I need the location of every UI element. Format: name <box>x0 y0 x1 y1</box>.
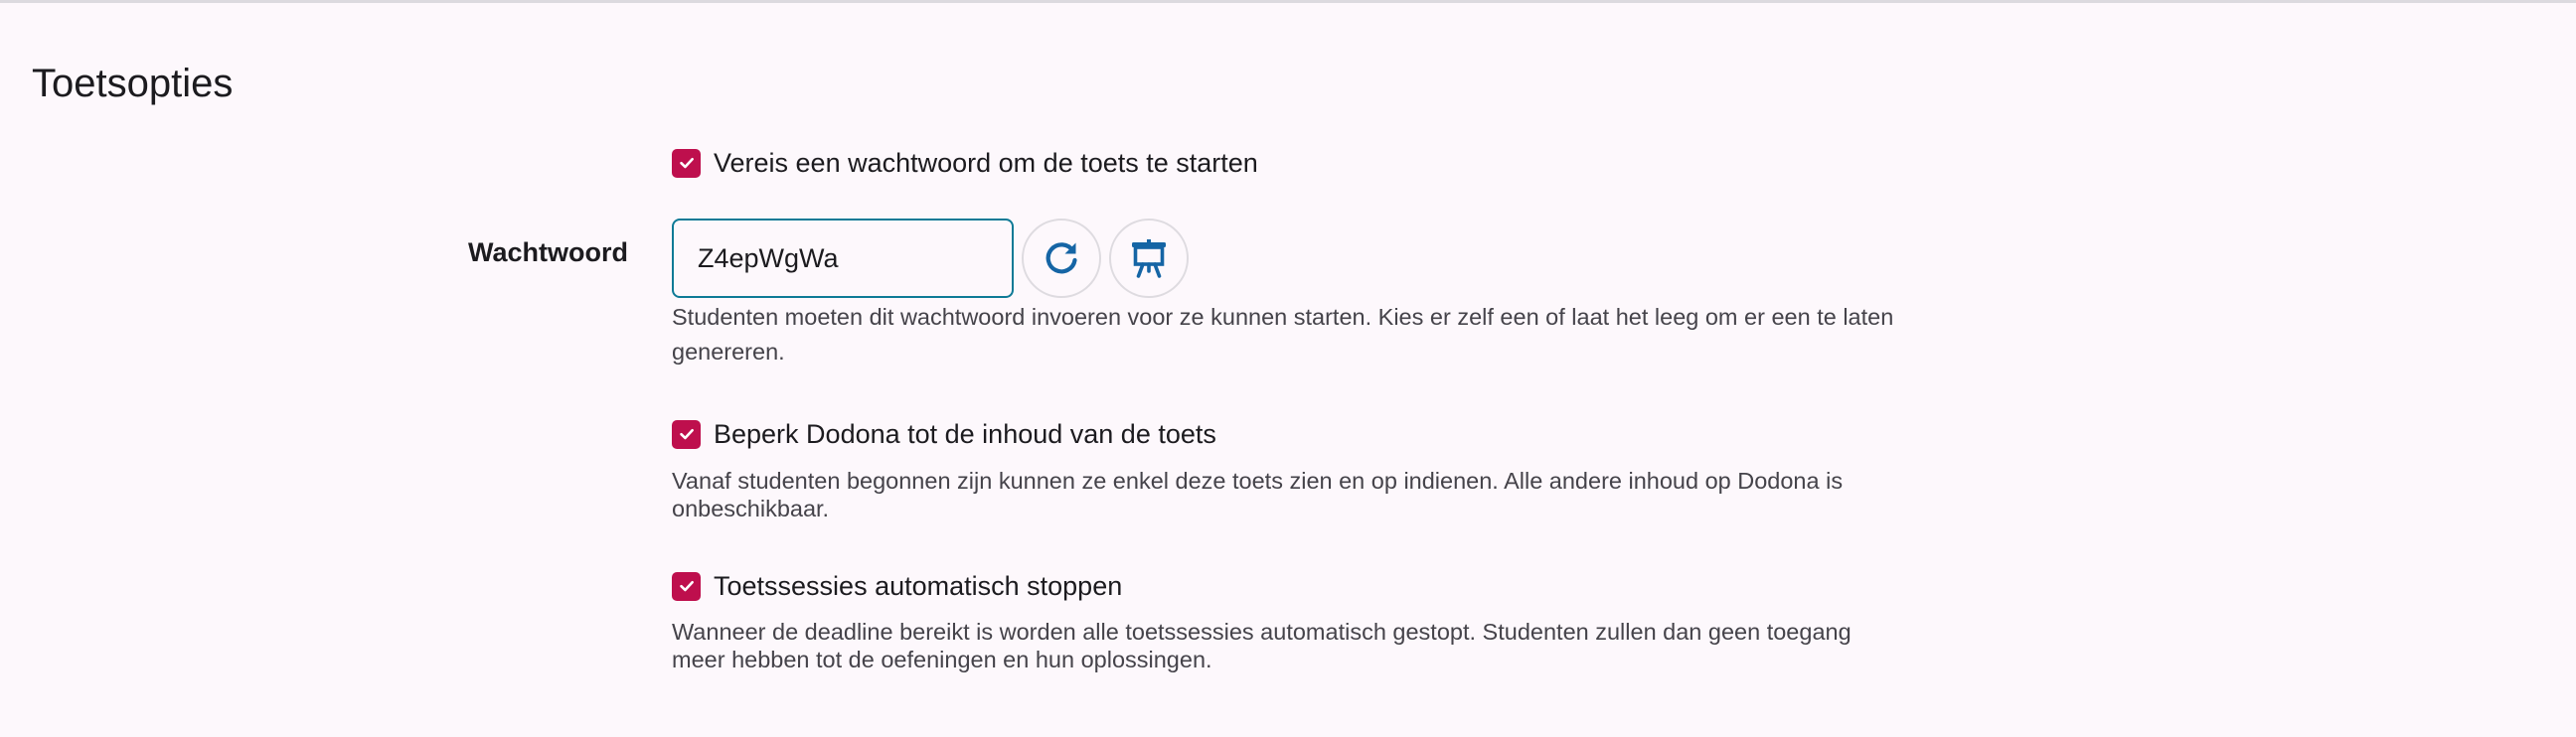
check-icon <box>679 157 694 169</box>
section-title: Toetsopties <box>32 62 234 105</box>
refresh-icon <box>1046 242 1077 274</box>
top-divider <box>0 0 2576 3</box>
restrict-dodona-checkbox[interactable] <box>672 419 701 449</box>
require-password-option[interactable]: Vereis een wachtwoord om de toets te sta… <box>672 143 1258 183</box>
check-icon <box>679 580 694 592</box>
password-input[interactable] <box>672 219 1014 298</box>
regenerate-password-button[interactable] <box>1022 219 1101 298</box>
presentation-icon <box>1132 239 1166 278</box>
present-password-button[interactable] <box>1109 219 1189 298</box>
auto-stop-label[interactable]: Toetssessies automatisch stoppen <box>714 566 1122 606</box>
require-password-checkbox[interactable] <box>672 148 701 178</box>
restrict-dodona-label[interactable]: Beperk Dodona tot de inhoud van de toets <box>714 414 1216 454</box>
password-label: Wachtwoord <box>468 237 628 267</box>
check-icon <box>679 428 694 440</box>
auto-stop-option[interactable]: Toetssessies automatisch stoppen <box>672 566 1122 606</box>
auto-stop-help-text: Wanneer de deadline bereikt is worden al… <box>672 619 1852 672</box>
restrict-dodona-option[interactable]: Beperk Dodona tot de inhoud van de toets <box>672 414 1216 454</box>
password-help-text: Studenten moeten dit wachtwoord invoeren… <box>672 304 1894 365</box>
require-password-label[interactable]: Vereis een wachtwoord om de toets te sta… <box>714 143 1258 183</box>
auto-stop-checkbox[interactable] <box>672 571 701 601</box>
restrict-dodona-help-text: Vanaf studenten begonnen zijn kunnen ze … <box>672 468 1844 521</box>
